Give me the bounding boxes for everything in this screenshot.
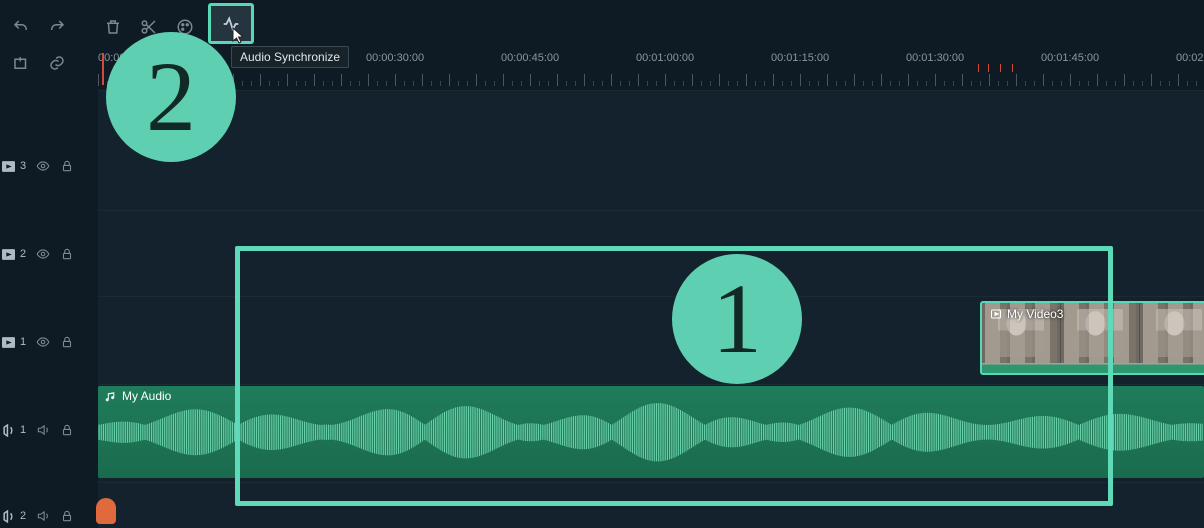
ruler-label: 00:01:00:00	[636, 52, 694, 64]
add-track-icon[interactable]	[10, 52, 32, 74]
track-number: 1	[20, 336, 26, 348]
ruler-label: 00:01:15:00	[771, 52, 829, 64]
secondary-toolbar	[10, 52, 68, 74]
link-icon[interactable]	[46, 52, 68, 74]
ruler-labels: 00:00 00:00:30:00 00:00:45:00 00:01:00:0…	[98, 52, 1204, 66]
lock-icon[interactable]	[60, 335, 74, 349]
mute-toggle-icon[interactable]	[36, 509, 50, 523]
track-number: 3	[20, 160, 26, 172]
track-headers: 3 2 1 1 2	[0, 90, 98, 528]
playhead-marker[interactable]	[102, 53, 104, 85]
lock-icon[interactable]	[60, 247, 74, 261]
ruler-label: 00:00:45:00	[501, 52, 559, 64]
video-clip-myvideo3[interactable]: My Video3	[980, 301, 1204, 375]
ruler-label: 00:02	[1176, 52, 1204, 64]
mute-toggle-icon[interactable]	[36, 423, 50, 437]
timeline-tracks[interactable]: My Video3 My Audio	[98, 90, 1204, 528]
waveform	[98, 400, 1204, 465]
track-head-video-2[interactable]: 2	[2, 242, 74, 266]
track-number: 1	[20, 424, 26, 436]
track-head-video-3[interactable]: 3	[2, 154, 74, 178]
visibility-toggle-icon[interactable]	[36, 247, 50, 261]
track-head-audio-1[interactable]: 1	[2, 418, 74, 442]
timeline-ruler[interactable]: 00:00 00:00:30:00 00:00:45:00 00:01:00:0…	[98, 52, 1204, 88]
ruler-label: 00:01:45:00	[1041, 52, 1099, 64]
lock-icon[interactable]	[60, 423, 74, 437]
track-head-video-1[interactable]: 1	[2, 330, 74, 354]
audio-synchronize-button[interactable]	[208, 3, 254, 44]
track-head-audio-2[interactable]: 2	[2, 504, 74, 528]
track-number: 2	[20, 248, 26, 260]
annotation-badge-2: 2	[106, 32, 236, 162]
clip-label: My Video3	[990, 307, 1063, 321]
clip-title: My Video3	[1007, 307, 1063, 321]
visibility-toggle-icon[interactable]	[36, 335, 50, 349]
video-track-icon	[2, 336, 15, 349]
video-track-icon	[2, 160, 15, 173]
audio-track-icon	[2, 424, 15, 437]
redo-icon[interactable]	[46, 16, 68, 38]
ruler-label: 00:01:30:00	[906, 52, 964, 64]
ruler-label: 00:00:30:00	[366, 52, 424, 64]
audio-track-icon	[2, 510, 15, 523]
play-icon	[990, 308, 1002, 320]
undo-icon[interactable]	[10, 16, 32, 38]
lock-icon[interactable]	[60, 159, 74, 173]
track-number: 2	[20, 510, 26, 522]
audio-clip-myaudio[interactable]: My Audio	[98, 386, 1204, 478]
delete-icon[interactable]	[102, 16, 124, 38]
video-track-icon	[2, 248, 15, 261]
visibility-toggle-icon[interactable]	[36, 159, 50, 173]
audio-clip-handle[interactable]	[96, 498, 116, 524]
annotation-badge-1: 1	[672, 254, 802, 384]
lock-icon[interactable]	[60, 509, 74, 523]
